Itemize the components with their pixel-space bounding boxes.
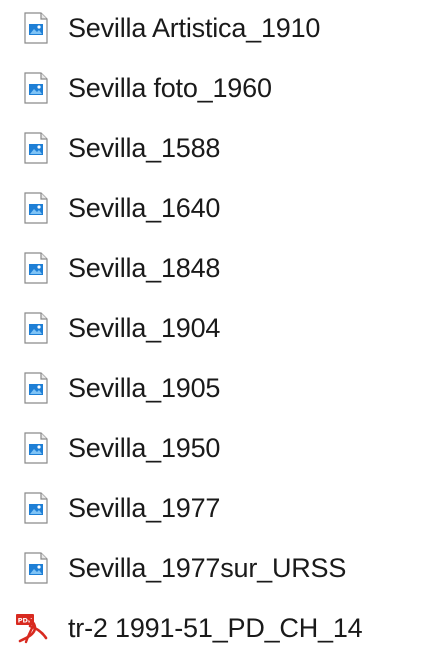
pdf-file-icon: PDF xyxy=(16,614,48,644)
image-file-icon xyxy=(24,72,48,104)
file-name: Sevilla_1588 xyxy=(68,133,221,163)
file-name: Sevilla_1905 xyxy=(68,373,221,403)
image-file-icon xyxy=(24,312,48,344)
image-file-icon xyxy=(24,372,48,404)
file-name: Sevilla_1950 xyxy=(68,433,221,463)
file-name: Sevilla_1977sur_URSS xyxy=(68,553,347,583)
file-item-sevilla-1904[interactable]: Sevilla_1904 xyxy=(0,302,428,354)
file-name: Sevilla_1848 xyxy=(68,253,221,283)
file-list: Sevilla Artistica_1910 Sevilla foto_1960… xyxy=(0,0,428,662)
file-item-sevilla-foto-1960[interactable]: Sevilla foto_1960 xyxy=(0,62,428,114)
image-file-icon xyxy=(24,432,48,464)
file-item-tr-2-1991-51-pd-ch-14[interactable]: PDF tr-2 1991-51_PD_CH_14 xyxy=(0,602,428,654)
file-item-sevilla-artistica-1910[interactable]: Sevilla Artistica_1910 xyxy=(0,2,428,54)
file-item-sevilla-1848[interactable]: Sevilla_1848 xyxy=(0,242,428,294)
file-item-sevilla-1905[interactable]: Sevilla_1905 xyxy=(0,362,428,414)
file-item-sevilla-1588[interactable]: Sevilla_1588 xyxy=(0,122,428,174)
image-file-icon xyxy=(24,192,48,224)
image-file-icon xyxy=(24,12,48,44)
file-name: Sevilla_1904 xyxy=(68,313,221,343)
file-name: Sevilla_1977 xyxy=(68,493,221,523)
image-file-icon xyxy=(24,492,48,524)
image-file-icon xyxy=(24,552,48,584)
file-item-sevilla-1977[interactable]: Sevilla_1977 xyxy=(0,482,428,534)
file-name: Sevilla Artistica_1910 xyxy=(68,13,321,43)
image-file-icon xyxy=(24,252,48,284)
file-name: Sevilla_1640 xyxy=(68,193,221,223)
file-item-sevilla-1640[interactable]: Sevilla_1640 xyxy=(0,182,428,234)
file-name: tr-2 1991-51_PD_CH_14 xyxy=(68,613,363,643)
file-item-sevilla-1950[interactable]: Sevilla_1950 xyxy=(0,422,428,474)
file-name: Sevilla foto_1960 xyxy=(68,73,272,103)
image-file-icon xyxy=(24,132,48,164)
file-item-sevilla-1977sur-urss[interactable]: Sevilla_1977sur_URSS xyxy=(0,542,428,594)
